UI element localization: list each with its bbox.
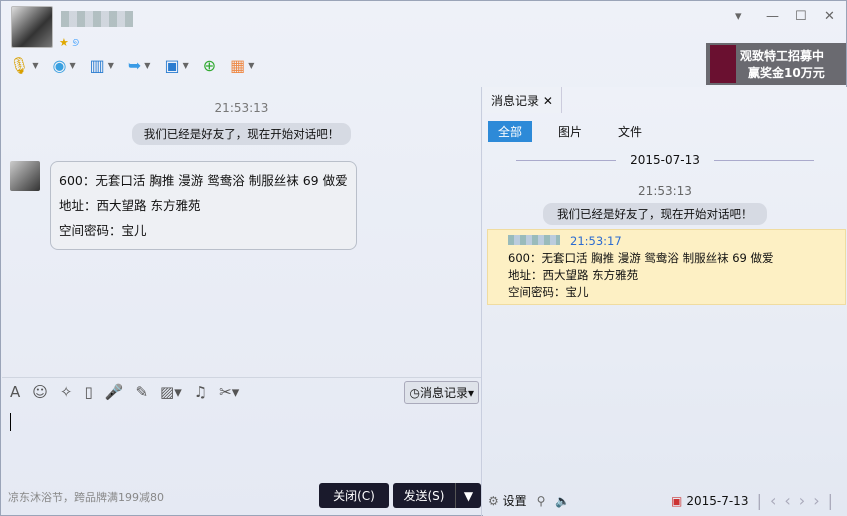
next-page-icon[interactable]: › <box>799 491 813 510</box>
settings-label: 设置 <box>502 494 527 508</box>
search-icon[interactable]: ⚲ <box>537 494 546 508</box>
history-date-divider: 2015-07-13 <box>483 153 847 167</box>
message-bubble: 600：无套口活 胸推 漫游 鸳鸯浴 制服丝袜 69 做爱 地址：西大望路 东方… <box>50 161 357 250</box>
chat-panel: 21:53:13 我们已经是好友了，现在开始对话吧！ 600：无套口活 胸推 漫… <box>2 87 482 516</box>
shake-icon[interactable]: ▯ <box>84 383 92 401</box>
prev-page-icon[interactable]: ‹ <box>784 491 798 510</box>
message-history-button[interactable]: ◷消息记录▾ <box>404 381 479 404</box>
create-discussion-button[interactable]: ⊕ <box>203 56 216 75</box>
emoji-icon[interactable]: ☺ <box>32 383 48 401</box>
screenshot-scissors-icon[interactable]: ✂▾ <box>219 383 239 401</box>
promo-link[interactable]: 凉东沐浴节，跨品牌满199减80 <box>8 489 164 505</box>
history-filters: 全部 图片 文件 <box>488 121 652 142</box>
contact-avatar[interactable] <box>11 6 53 48</box>
message-line: 600：无套口活 胸推 漫游 鸳鸯浴 制服丝袜 69 做爱 <box>59 173 348 188</box>
page-navigation: |‹‹››| <box>757 491 841 510</box>
apps-button[interactable]: ▦ ▼ <box>230 56 254 75</box>
history-timestamp: 21:53:13 <box>638 184 692 198</box>
calendar-icon: ▣ <box>671 494 683 508</box>
maximize-button[interactable]: ☐ <box>795 9 807 24</box>
menu-dropdown-icon[interactable]: ▾ <box>735 9 742 24</box>
filter-files[interactable]: 文件 <box>608 121 652 142</box>
history-panel: 消息记录 ✕ 全部 图片 文件 2015-07-13 21:53:13 我们已经… <box>483 87 847 516</box>
sender-avatar[interactable] <box>10 161 40 191</box>
history-footer: ⚙ 设置 ⚲ 🔈 <box>488 492 570 509</box>
speaker-icon[interactable]: 🔈 <box>555 494 570 508</box>
status-icon: ୭ <box>72 36 80 49</box>
monitor-cursor-icon: ▣ <box>164 56 180 75</box>
entry-line: 空间密码：宝儿 <box>508 285 589 299</box>
current-date: 2015-7-13 <box>686 494 749 508</box>
magic-wand-icon[interactable]: ✧ <box>60 383 73 401</box>
folder-arrow-icon: ➥ <box>127 56 142 75</box>
ad-line1: 观致特工招募中 <box>740 49 825 63</box>
chat-window: ★ ୭ ▾ — ☐ ✕ 🎙 ▼ ◉ ▼ ▥ ▼ ➥ ▼ ▣ ▼ ⊕ ▦ ▼ 观致特工招募中赢… <box>0 0 847 516</box>
message-line: 空间密码：宝儿 <box>59 223 147 238</box>
ad-line2: 赢奖金10万元 <box>748 66 825 80</box>
send-button[interactable]: 发送(S) <box>393 483 455 508</box>
filter-images[interactable]: 图片 <box>548 121 592 142</box>
settings-button[interactable]: ⚙ 设置 <box>488 492 527 509</box>
remote-desktop-button[interactable]: ▣ ▼ <box>164 56 188 75</box>
history-label: 消息记录 <box>419 386 468 400</box>
toolbar: 🎙 ▼ ◉ ▼ ▥ ▼ ➥ ▼ ▣ ▼ ⊕ ▦ ▼ <box>9 56 254 75</box>
chat-add-icon: ⊕ <box>202 56 217 75</box>
close-window-button[interactable]: ✕ <box>824 9 835 24</box>
message-item: 600：无套口活 胸推 漫游 鸳鸯浴 制服丝袜 69 做爱 地址：西大望路 东方… <box>10 161 357 250</box>
voice-message-icon[interactable]: 🎤 <box>105 383 124 401</box>
screen-share-button[interactable]: ▥ ▼ <box>90 56 114 75</box>
date-picker[interactable]: ▣ 2015-7-13 <box>671 494 748 508</box>
history-entry: 21:53:17 600：无套口活 胸推 漫游 鸳鸯浴 制服丝袜 69 做爱 地… <box>487 229 846 305</box>
gear-icon: ⚙ <box>488 494 499 508</box>
entry-line: 600：无套口活 胸推 漫游 鸳鸯浴 制服丝袜 69 做爱 <box>508 251 774 265</box>
microphone-icon: 🎙 <box>9 56 30 75</box>
message-line: 地址：西大望路 东方雅苑 <box>59 198 201 213</box>
contact-badges: ★ ୭ <box>59 36 79 50</box>
file-transfer-button[interactable]: ➥ ▼ <box>128 56 151 75</box>
apps-grid-icon: ▦ <box>230 56 246 75</box>
sender-name-blurred <box>508 235 560 245</box>
close-button[interactable]: 关闭(C) <box>319 483 389 508</box>
video-call-button[interactable]: ◉ ▼ <box>52 56 75 75</box>
edit-icon[interactable]: ✎ <box>135 383 148 401</box>
star-icon: ★ <box>59 36 69 49</box>
clock-icon: ◷ <box>409 386 420 400</box>
tab-message-history[interactable]: 消息记录 ✕ <box>483 87 562 113</box>
webcam-icon: ◉ <box>52 56 67 75</box>
music-icon[interactable]: ♫ <box>194 383 207 401</box>
entry-time: 21:53:17 <box>570 234 622 248</box>
message-input[interactable] <box>10 413 11 431</box>
input-toolbar: A ☺ ✧ ▯ 🎤 ✎ ▨▾ ♫ ✂▾ <box>10 383 239 401</box>
entry-line: 地址：西大望路 东方雅苑 <box>508 268 639 282</box>
image-icon[interactable]: ▨▾ <box>160 383 182 401</box>
contact-name-blurred <box>61 11 133 27</box>
first-page-icon[interactable]: |‹ <box>757 491 785 510</box>
history-system-message: 我们已经是好友了，现在开始对话吧！ <box>543 203 767 225</box>
minimize-button[interactable]: — <box>766 9 779 24</box>
system-message: 我们已经是好友了，现在开始对话吧！ <box>131 123 352 145</box>
close-tab-icon[interactable]: ✕ <box>543 94 553 108</box>
send-options-dropdown[interactable]: ▼ <box>455 483 481 508</box>
voice-call-button[interactable]: 🎙 ▼ <box>9 56 38 75</box>
ad-banner[interactable]: 观致特工招募中赢奖金10万元 <box>706 43 846 85</box>
tab-label: 消息记录 <box>491 94 540 108</box>
ad-logo <box>710 45 736 83</box>
last-page-icon[interactable]: ›| <box>813 491 841 510</box>
font-icon[interactable]: A <box>10 383 20 401</box>
history-date: 2015-07-13 <box>630 153 700 167</box>
filter-all[interactable]: 全部 <box>488 121 533 142</box>
message-timestamp: 21:53:13 <box>214 101 269 115</box>
chart-monitor-icon: ▥ <box>89 56 105 75</box>
